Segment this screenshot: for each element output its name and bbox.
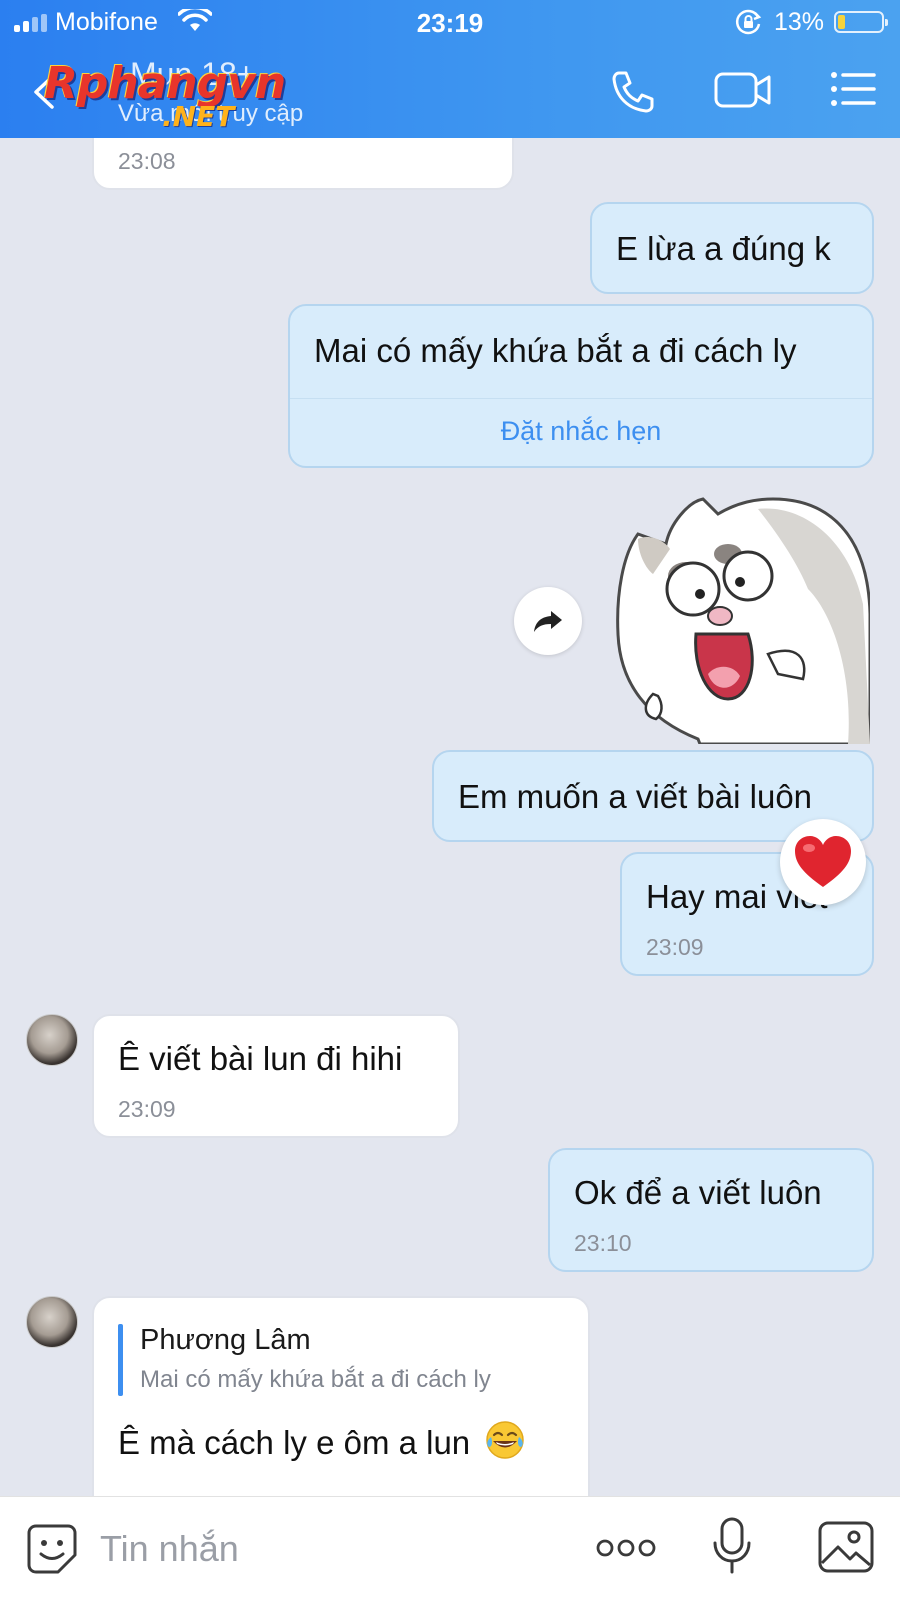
heart-icon bbox=[795, 836, 851, 887]
status-time: 23:19 bbox=[416, 8, 484, 38]
message-bubble-outgoing[interactable]: E lừa a đúng k bbox=[590, 202, 874, 294]
image-icon[interactable] bbox=[818, 1521, 874, 1573]
more-icon[interactable] bbox=[596, 1533, 656, 1563]
reply-quote-text: Mai có mấy khứa bắt a đi cách ly bbox=[140, 1366, 491, 1393]
battery-percent: 13% bbox=[774, 8, 825, 36]
message-text: E lừa a đúng k bbox=[616, 230, 831, 267]
set-reminder-link[interactable]: Đặt nhắc hẹn bbox=[290, 416, 872, 447]
message-time: 23:10 bbox=[574, 1230, 632, 1256]
message-bubble-outgoing[interactable]: Ok để a viết luôn 23:10 bbox=[548, 1148, 874, 1272]
message-bubble-incoming[interactable]: Ê viết bài lun đi hihi 23:09 bbox=[92, 1014, 460, 1138]
message-bubble-incoming[interactable]: 23:08 bbox=[92, 138, 514, 190]
message-time: 23:09 bbox=[646, 934, 704, 960]
forward-icon bbox=[534, 611, 562, 632]
heart-reaction[interactable] bbox=[780, 819, 866, 905]
screaming-cat-sticker[interactable] bbox=[608, 494, 870, 744]
message-text: Em muốn a viết bài luôn bbox=[458, 778, 813, 815]
message-bubble-outgoing[interactable]: Mai có mấy khứa bắt a đi cách ly Đặt nhắ… bbox=[288, 304, 874, 468]
message-input[interactable] bbox=[100, 1523, 560, 1575]
rotation-lock-icon bbox=[735, 9, 762, 35]
tears-of-joy-emoji-icon bbox=[486, 1421, 525, 1459]
reply-quote-bar bbox=[118, 1324, 123, 1396]
battery-icon bbox=[834, 11, 888, 33]
reply-quote-name: Phương Lâm bbox=[140, 1324, 311, 1356]
message-text: Ok để a viết luôn bbox=[574, 1174, 822, 1211]
watermark-logo: Rphangvn .NET bbox=[44, 58, 324, 138]
message-text: Ê mà cách ly e ôm a lun bbox=[118, 1424, 471, 1461]
message-text-wrapper: Ê mà cách ly e ôm a lun bbox=[118, 1420, 525, 1462]
menu-icon[interactable] bbox=[830, 70, 876, 108]
microphone-icon[interactable] bbox=[712, 1517, 752, 1575]
message-time: 23:08 bbox=[118, 148, 176, 174]
message-list[interactable]: 23:08 E lừa a đúng k Mai có mấy khứa bắt… bbox=[0, 138, 900, 1496]
message-text: Ê viết bài lun đi hihi bbox=[118, 1040, 403, 1077]
forward-button[interactable] bbox=[514, 587, 582, 655]
sticker-icon[interactable] bbox=[26, 1523, 78, 1575]
chat-header: Mobifone 23:19 13% Mun 18+ Vừa mới truy … bbox=[0, 0, 900, 138]
message-bubble-incoming[interactable]: Phương Lâm Mai có mấy khứa bắt a đi cách… bbox=[92, 1296, 590, 1496]
message-time: 23:09 bbox=[118, 1096, 176, 1122]
avatar[interactable] bbox=[26, 1296, 78, 1348]
message-text: Mai có mấy khứa bắt a đi cách ly bbox=[314, 332, 797, 369]
watermark-sub: .NET bbox=[162, 100, 235, 133]
message-input-bar bbox=[0, 1496, 900, 1600]
avatar[interactable] bbox=[26, 1014, 78, 1066]
video-call-icon[interactable] bbox=[714, 70, 772, 110]
status-bar: Mobifone 23:19 13% bbox=[0, 0, 900, 46]
bubble-divider bbox=[290, 398, 872, 399]
phone-icon[interactable] bbox=[610, 70, 656, 114]
